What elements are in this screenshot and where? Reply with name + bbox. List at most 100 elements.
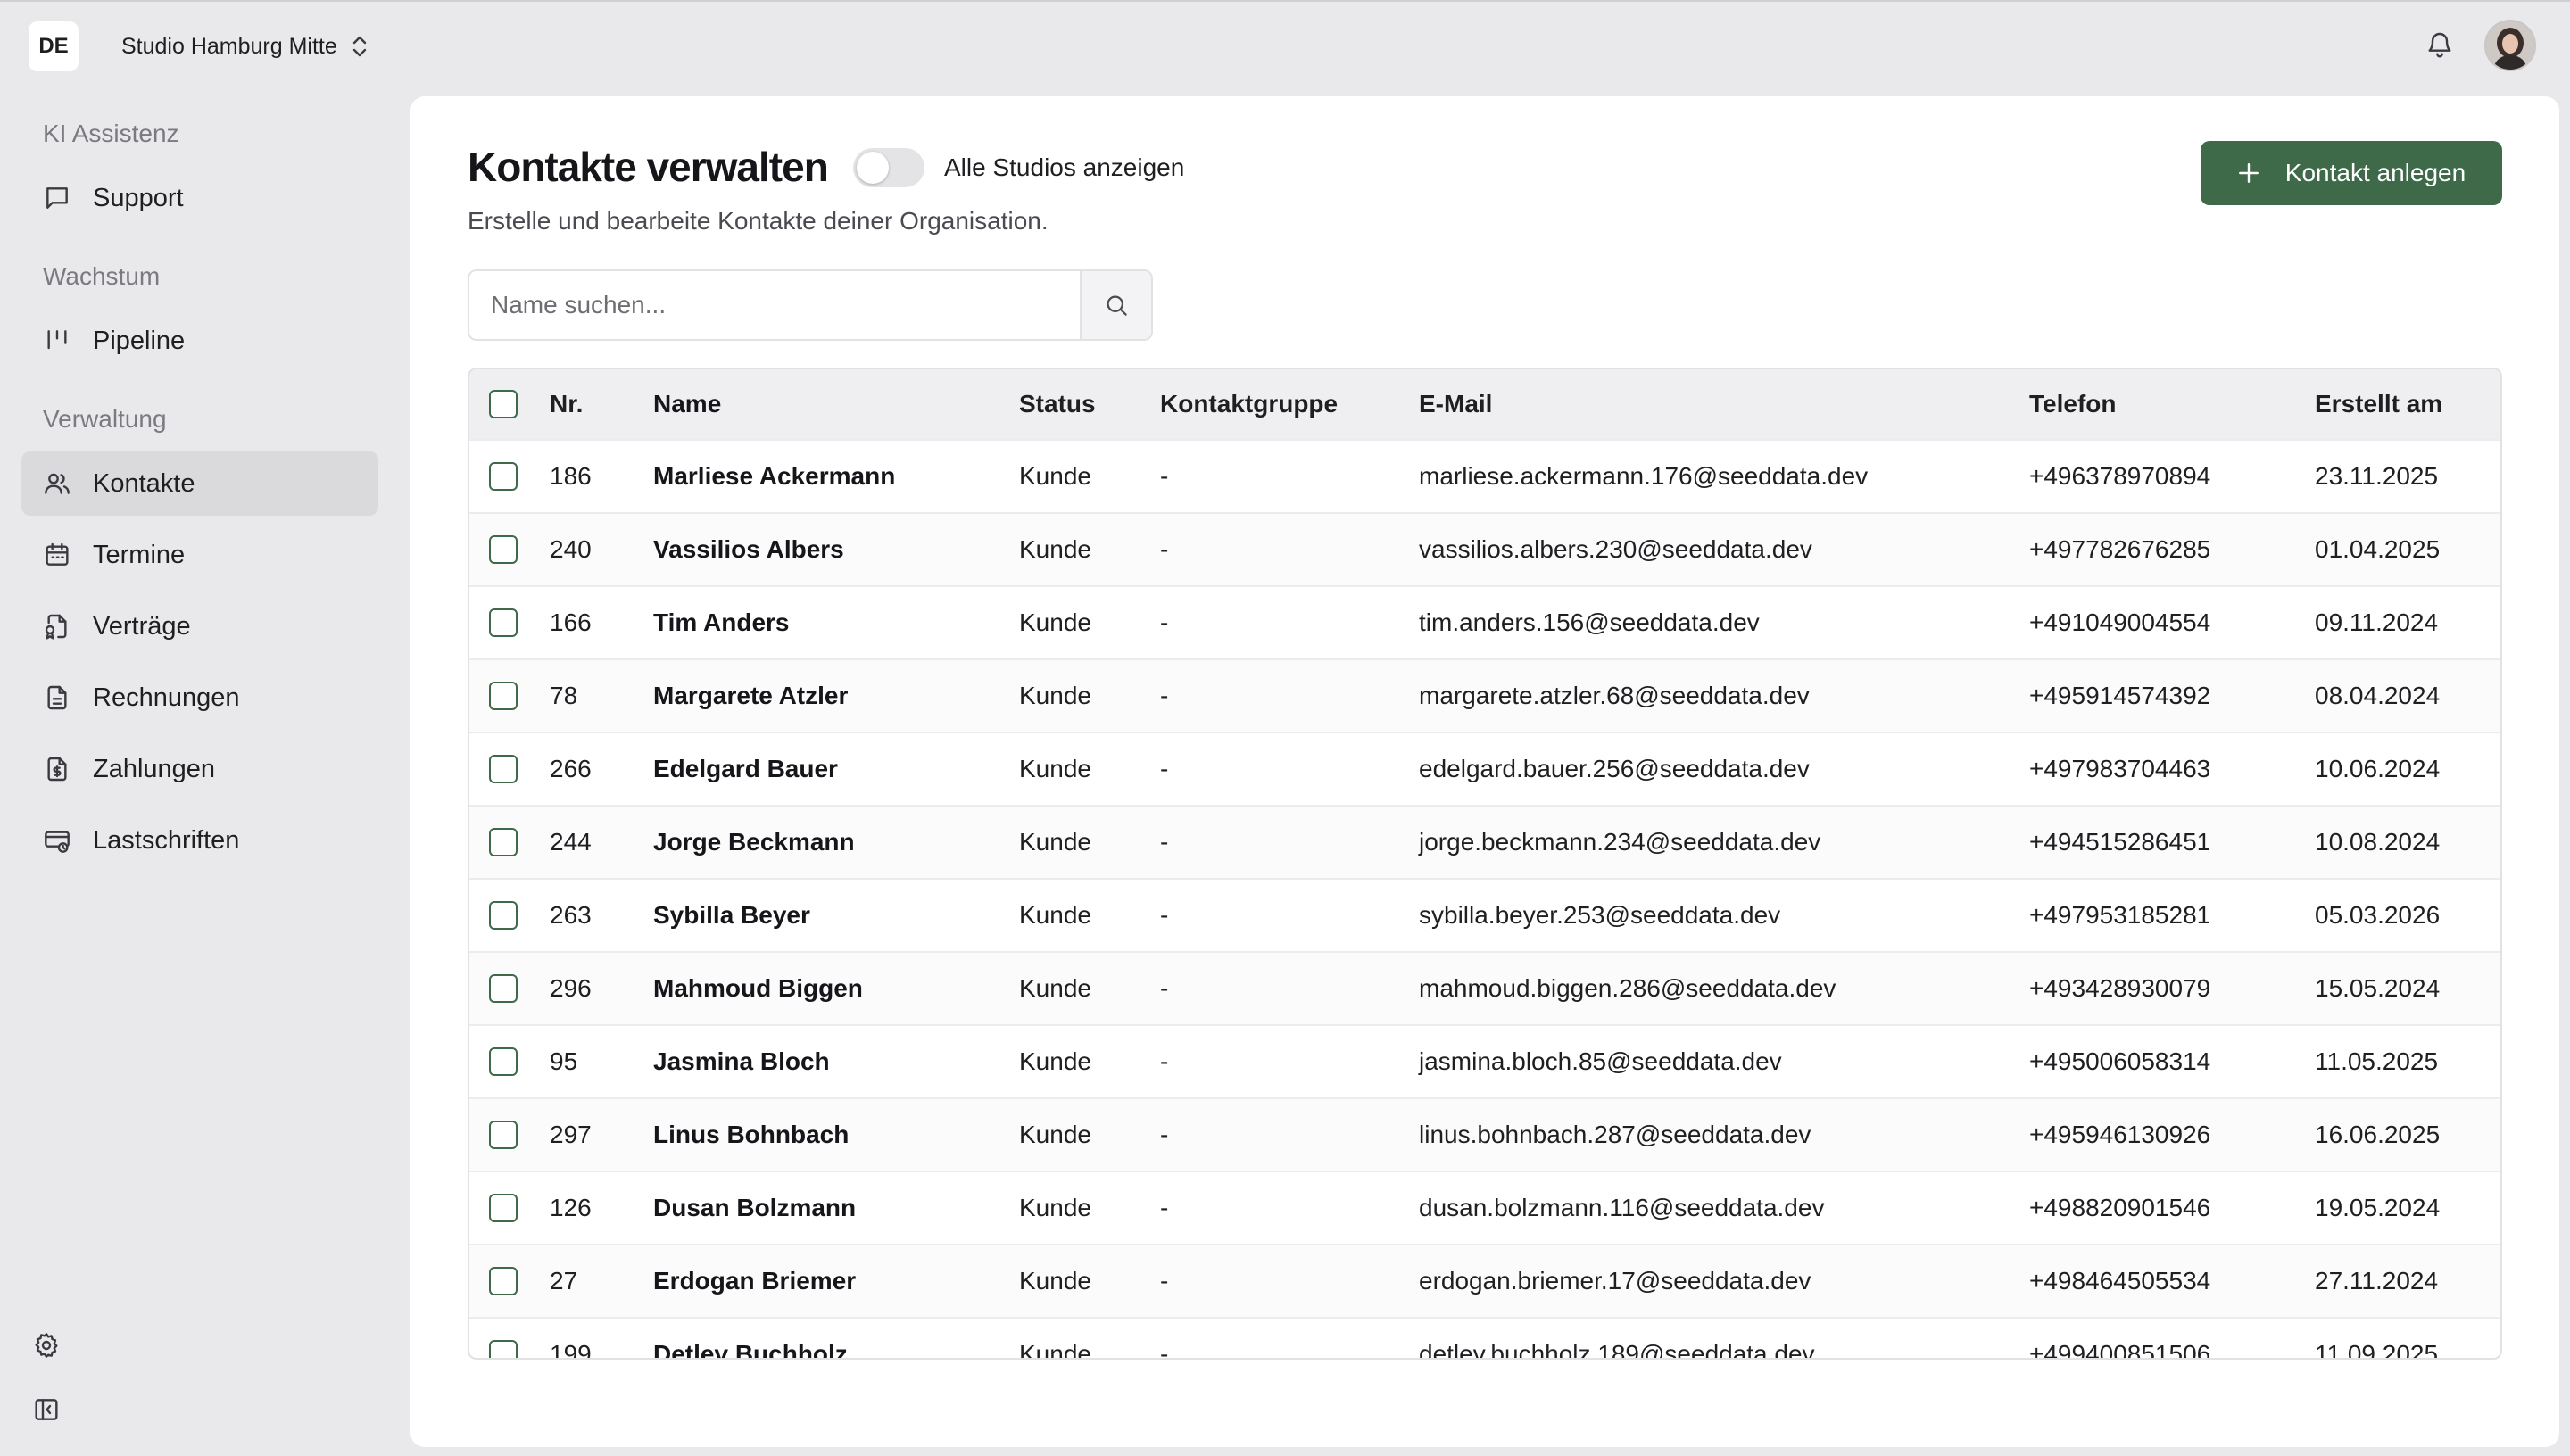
row-status: Kunde bbox=[1019, 1340, 1091, 1360]
row-checkbox[interactable] bbox=[489, 828, 518, 856]
row-name[interactable]: Edelgard Bauer bbox=[653, 733, 838, 805]
row-checkbox[interactable] bbox=[489, 535, 518, 564]
calendar-icon bbox=[46, 542, 69, 566]
table-row[interactable]: 78 Margarete Atzler Kunde - margarete.atzler… bbox=[469, 660, 2500, 733]
row-checkbox[interactable] bbox=[489, 608, 518, 637]
row-status: Kunde bbox=[1019, 682, 1091, 709]
table-row[interactable]: 166 Tim Anders Kunde - tim.anders.156@seedda… bbox=[469, 587, 2500, 660]
row-name[interactable]: Margarete Atzler bbox=[653, 660, 848, 732]
search-input[interactable] bbox=[469, 271, 1080, 339]
sidebar-item-lastschriften[interactable]: Lastschriften bbox=[21, 808, 378, 873]
row-checkbox[interactable] bbox=[489, 1047, 518, 1076]
sidebar-item-rechnungen[interactable]: Rechnungen bbox=[21, 666, 378, 730]
table-row[interactable]: 297 Linus Bohnbach Kunde - linus.bohnbach.28… bbox=[469, 1099, 2500, 1172]
top-bar: DE Studio Hamburg Mitte bbox=[0, 0, 2570, 89]
search-bar bbox=[468, 269, 1153, 341]
row-kontaktgruppe: - bbox=[1160, 608, 1169, 636]
row-nr: 166 bbox=[550, 608, 592, 636]
row-name[interactable]: Vassilios Albers bbox=[653, 514, 844, 585]
row-email: dusan.bolzmann.116@seeddata.dev bbox=[1419, 1194, 1825, 1221]
table-row[interactable]: 95 Jasmina Bloch Kunde - jasmina.bloch.85@se… bbox=[469, 1026, 2500, 1099]
table-row[interactable]: 240 Vassilios Albers Kunde - vassilios.alber… bbox=[469, 514, 2500, 587]
row-name[interactable]: Sybilla Beyer bbox=[653, 880, 810, 951]
all-studios-toggle[interactable] bbox=[853, 148, 924, 187]
row-email: vassilios.albers.230@seeddata.dev bbox=[1419, 535, 1812, 563]
row-name[interactable]: Dusan Bolzmann bbox=[653, 1172, 856, 1244]
row-name[interactable]: Jorge Beckmann bbox=[653, 807, 855, 878]
column-header-erstellt-am[interactable]: Erstellt am bbox=[2315, 369, 2442, 439]
table-row[interactable]: 244 Jorge Beckmann Kunde - jorge.beckmann.23… bbox=[469, 807, 2500, 880]
row-nr: 199 bbox=[550, 1340, 592, 1360]
table-row[interactable]: 263 Sybilla Beyer Kunde - sybilla.beyer.253@… bbox=[469, 880, 2500, 953]
table-row[interactable]: 199 Detlev Buchholz Kunde - detlev.buchholz.… bbox=[469, 1319, 2500, 1360]
row-erstellt-am: 10.08.2024 bbox=[2315, 828, 2441, 856]
column-header-nr[interactable]: Nr. bbox=[550, 369, 583, 439]
row-telefon: +497983704463 bbox=[2029, 755, 2211, 782]
sidebar-item-pipeline[interactable]: Pipeline bbox=[21, 309, 378, 373]
sidebar-item-support[interactable]: Support bbox=[21, 166, 378, 230]
sidebar-item-label: Kontakte bbox=[93, 468, 195, 498]
row-checkbox[interactable] bbox=[489, 1340, 518, 1358]
org-badge[interactable]: DE bbox=[29, 21, 79, 71]
row-kontaktgruppe: - bbox=[1160, 682, 1169, 709]
row-erstellt-am: 11.05.2025 bbox=[2315, 1047, 2439, 1075]
add-contact-button[interactable]: Kontakt anlegen bbox=[2201, 141, 2502, 205]
studio-name: Studio Hamburg Mitte bbox=[121, 33, 337, 59]
column-header-status[interactable]: Status bbox=[1019, 369, 1096, 439]
row-nr: 296 bbox=[550, 974, 592, 1002]
sidebar-item-vertraege[interactable]: Verträge bbox=[21, 594, 378, 658]
row-checkbox[interactable] bbox=[489, 901, 518, 930]
row-status: Kunde bbox=[1019, 608, 1091, 636]
toggle-knob bbox=[857, 152, 889, 184]
row-erstellt-am: 16.06.2025 bbox=[2315, 1121, 2441, 1148]
column-header-name[interactable]: Name bbox=[653, 369, 721, 439]
row-checkbox[interactable] bbox=[489, 1267, 518, 1295]
row-name[interactable]: Erdogan Briemer bbox=[653, 1245, 856, 1317]
select-all-cell bbox=[489, 369, 518, 439]
row-name[interactable]: Mahmoud Biggen bbox=[653, 953, 863, 1024]
row-email: marliese.ackermann.176@seeddata.dev bbox=[1419, 462, 1869, 490]
row-name[interactable]: Detlev Buchholz bbox=[653, 1319, 848, 1358]
collapse-sidebar-button[interactable] bbox=[30, 1394, 62, 1426]
row-checkbox[interactable] bbox=[489, 462, 518, 491]
select-all-checkbox[interactable] bbox=[489, 390, 518, 418]
sidebar-item-termine[interactable]: Termine bbox=[21, 523, 378, 587]
row-name[interactable]: Tim Anders bbox=[653, 587, 789, 658]
avatar[interactable] bbox=[2484, 20, 2536, 71]
row-checkbox[interactable] bbox=[489, 755, 518, 783]
row-erstellt-am: 15.05.2024 bbox=[2315, 974, 2441, 1002]
row-nr: 95 bbox=[550, 1047, 578, 1075]
row-kontaktgruppe: - bbox=[1160, 755, 1169, 782]
table-row[interactable]: 186 Marliese Ackermann Kunde - marliese.acke… bbox=[469, 441, 2500, 514]
user-avatar-icon bbox=[2486, 21, 2534, 70]
column-header-telefon[interactable]: Telefon bbox=[2029, 369, 2116, 439]
sidebar: KI Assistenz Support Wachstum Pipeline V… bbox=[0, 89, 402, 1456]
column-header-kontaktgruppe[interactable]: Kontaktgruppe bbox=[1160, 369, 1338, 439]
row-nr: 297 bbox=[550, 1121, 592, 1148]
direct-debit-icon bbox=[45, 831, 70, 853]
column-header-email[interactable]: E-Mail bbox=[1419, 369, 1492, 439]
section-label-wachstum: Wachstum bbox=[43, 262, 161, 290]
table-row[interactable]: 296 Mahmoud Biggen Kunde - mahmoud.biggen.28… bbox=[469, 953, 2500, 1026]
search-button[interactable] bbox=[1080, 271, 1151, 339]
row-select-cell bbox=[489, 441, 518, 512]
row-telefon: +497782676285 bbox=[2029, 535, 2211, 563]
settings-button[interactable] bbox=[30, 1329, 62, 1361]
row-checkbox[interactable] bbox=[489, 682, 518, 710]
table-row[interactable]: 266 Edelgard Bauer Kunde - edelgard.bauer.25… bbox=[469, 733, 2500, 807]
studio-switcher[interactable]: Studio Hamburg Mitte bbox=[121, 29, 369, 64]
row-name[interactable]: Jasmina Bloch bbox=[653, 1026, 830, 1097]
table-row[interactable]: 126 Dusan Bolzmann Kunde - dusan.bolzmann.11… bbox=[469, 1172, 2500, 1245]
row-checkbox[interactable] bbox=[489, 974, 518, 1003]
row-status: Kunde bbox=[1019, 1267, 1091, 1295]
row-name[interactable]: Linus Bohnbach bbox=[653, 1099, 849, 1171]
row-checkbox[interactable] bbox=[489, 1121, 518, 1149]
row-nr: 78 bbox=[550, 682, 578, 709]
row-name[interactable]: Marliese Ackermann bbox=[653, 441, 895, 512]
notifications-button[interactable] bbox=[2422, 27, 2458, 62]
row-telefon: +495914574392 bbox=[2029, 682, 2211, 709]
row-checkbox[interactable] bbox=[489, 1194, 518, 1222]
sidebar-item-kontakte[interactable]: Kontakte bbox=[21, 451, 378, 516]
sidebar-item-zahlungen[interactable]: Zahlungen bbox=[21, 737, 378, 801]
table-row[interactable]: 27 Erdogan Briemer Kunde - erdogan.briemer.1… bbox=[469, 1245, 2500, 1319]
